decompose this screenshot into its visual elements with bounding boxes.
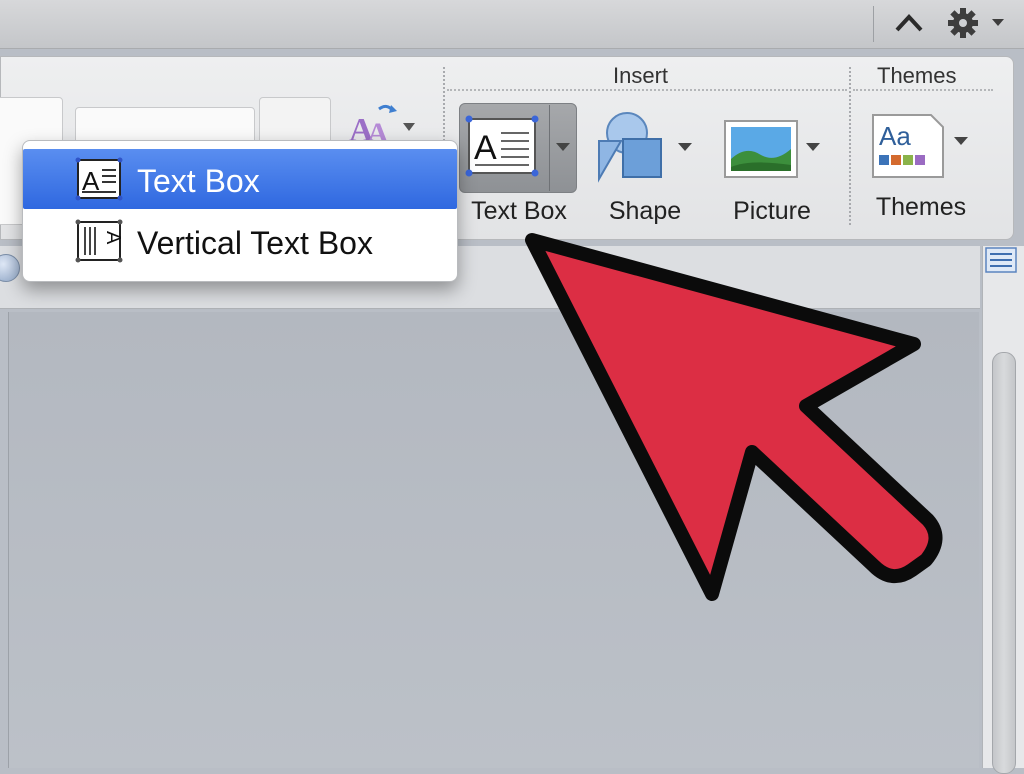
group-title-rule xyxy=(853,89,993,91)
chevron-down-icon[interactable] xyxy=(953,135,969,147)
picture-button[interactable]: Picture xyxy=(717,101,827,231)
group-title-rule xyxy=(447,89,847,91)
shape-label: Shape xyxy=(608,197,682,225)
svg-text:Aa: Aa xyxy=(879,121,911,151)
svg-text:A: A xyxy=(102,231,123,245)
chevron-down-icon[interactable] xyxy=(677,141,693,153)
themes-icon: Aa xyxy=(872,114,944,178)
text-box-icon: A xyxy=(465,115,539,177)
themes-label: Themes xyxy=(875,193,967,221)
text-box-button[interactable]: A Text Box xyxy=(457,101,581,231)
menu-item-label: Vertical Text Box xyxy=(137,225,373,261)
outline-icon[interactable] xyxy=(984,246,1018,274)
collapse-ribbon-icon[interactable] xyxy=(892,6,926,40)
picture-icon xyxy=(724,120,798,178)
gear-icon[interactable] xyxy=(946,4,980,42)
text-box-dropdown-menu: A Text Box A Vertical Text Box xyxy=(22,140,458,282)
themes-group-title: Themes xyxy=(877,63,957,88)
text-box-label: Text Box xyxy=(471,197,567,225)
group-separator xyxy=(849,67,851,225)
chevron-down-icon[interactable] xyxy=(805,141,821,153)
scroll-thumb[interactable] xyxy=(992,352,1016,774)
shape-button[interactable]: Shape xyxy=(593,101,697,231)
slide-canvas[interactable] xyxy=(8,312,979,768)
menu-item-text-box[interactable]: A Text Box xyxy=(23,149,457,209)
insert-group-title: Insert xyxy=(613,63,669,88)
chevron-down-icon[interactable] xyxy=(555,141,571,153)
vertical-text-box-icon: A xyxy=(75,219,123,263)
svg-text:A: A xyxy=(474,129,497,167)
picture-label: Picture xyxy=(733,197,811,225)
text-box-icon: A xyxy=(75,157,123,201)
shape-icon xyxy=(598,112,662,183)
split-divider xyxy=(549,105,550,191)
menu-item-vertical-text-box[interactable]: A Vertical Text Box xyxy=(23,211,457,271)
themes-button[interactable]: Aa Themes xyxy=(863,101,979,231)
chevron-down-icon[interactable] xyxy=(990,14,1006,30)
title-strip xyxy=(0,0,1024,49)
toolbar-divider xyxy=(873,6,874,42)
menu-item-label: Text Box xyxy=(137,163,260,199)
